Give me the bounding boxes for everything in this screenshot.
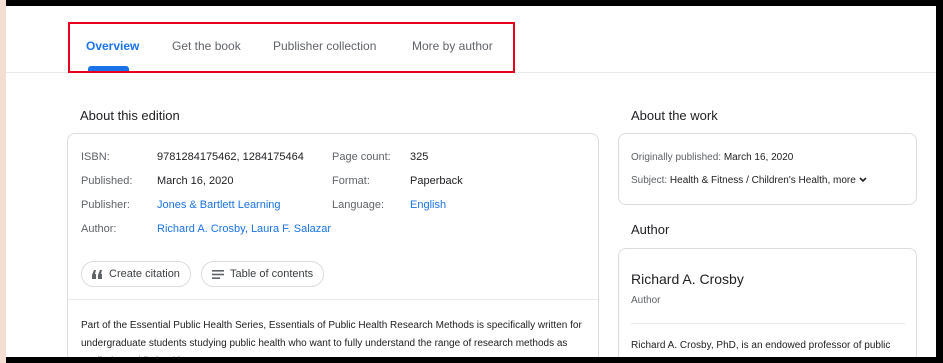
active-tab-indicator — [88, 66, 129, 72]
author-label: Author: — [81, 223, 117, 235]
language-link[interactable]: English — [410, 199, 446, 211]
work-section-title: About the work — [631, 108, 718, 123]
author-section-title: Author — [631, 222, 670, 237]
originally-published-row: Originally published: March 16, 2020 — [631, 152, 793, 163]
tab-overview[interactable]: Overview — [86, 39, 139, 53]
format-value: Paperback — [410, 175, 463, 187]
subject-row: Subject: Health & Fitness / Children's H… — [631, 175, 867, 186]
originally-published-label: Originally published: — [631, 152, 722, 163]
tab-publisher-collection[interactable]: Publisher collection — [273, 39, 376, 53]
create-citation-label: Create citation — [109, 268, 180, 280]
published-label: Published: — [81, 175, 133, 187]
tab-get-the-book[interactable]: Get the book — [172, 39, 241, 53]
published-value: March 16, 2020 — [157, 175, 234, 187]
language-label: Language: — [332, 199, 384, 211]
publisher-label: Publisher: — [81, 199, 130, 211]
author-role: Author — [631, 295, 661, 306]
author-card: Richard A. Crosby Author Richard A. Cros… — [618, 248, 917, 357]
more-label: more — [833, 175, 856, 186]
author-bio: Richard A. Crosby, PhD, is an endowed pr… — [631, 340, 891, 351]
chevron-down-icon — [859, 175, 867, 186]
author-links[interactable]: Richard A. Crosby, Laura F. Salazar — [157, 223, 331, 235]
subject-label: Subject: — [631, 175, 668, 186]
table-of-contents-button[interactable]: Table of contents — [201, 261, 325, 287]
tab-bar: Overview Get the book Publisher collecti… — [6, 6, 936, 73]
format-label: Format: — [332, 175, 370, 187]
publisher-link[interactable]: Jones & Bartlett Learning — [157, 199, 281, 211]
page-count-label: Page count: — [332, 151, 391, 163]
create-citation-button[interactable]: Create citation — [81, 261, 191, 287]
work-card: Originally published: March 16, 2020 Sub… — [618, 133, 917, 205]
edition-section-title: About this edition — [80, 108, 180, 123]
subject-more-toggle[interactable]: more — [833, 175, 867, 186]
quote-icon — [92, 269, 103, 279]
book-details-page: Overview Get the book Publisher collecti… — [6, 6, 936, 357]
originally-published-value: March 16, 2020 — [723, 152, 794, 163]
list-icon — [212, 269, 224, 279]
author-name[interactable]: Richard A. Crosby — [631, 271, 744, 287]
page-count-value: 325 — [410, 151, 429, 163]
book-description: Part of the Essential Public Health Seri… — [81, 320, 582, 357]
tab-more-by-author[interactable]: More by author — [412, 39, 493, 53]
edition-divider — [68, 299, 598, 300]
edition-card: ISBN: 9781284175462, 1284175464 Page cou… — [67, 133, 599, 357]
table-of-contents-label: Table of contents — [230, 268, 314, 280]
subject-value: Health & Fitness / Children's Health, — [669, 175, 831, 186]
author-divider — [631, 323, 905, 324]
isbn-value: 9781284175462, 1284175464 — [157, 151, 304, 163]
isbn-label: ISBN: — [81, 151, 110, 163]
